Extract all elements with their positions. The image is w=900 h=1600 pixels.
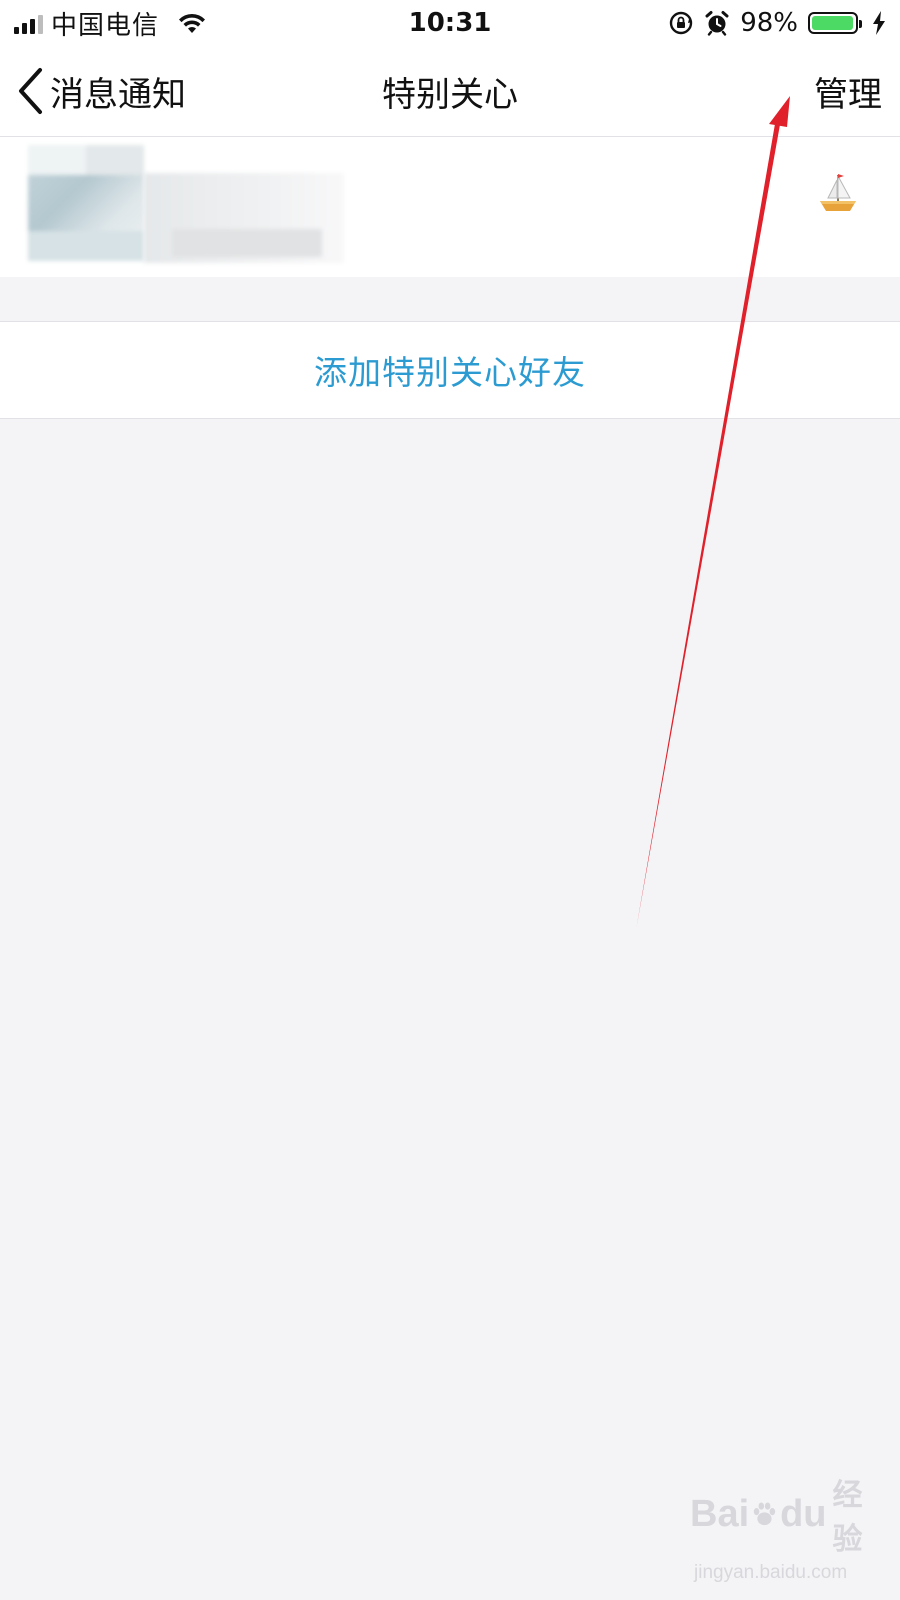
charging-icon [873,11,885,35]
avatar [28,145,144,261]
carrier-name: 中国电信 [51,10,160,41]
watermark-url: jingyan.baidu.com [694,1562,848,1583]
status-right: 98% [668,0,886,46]
chevron-left-icon [19,68,42,114]
back-label: 消息通知 [50,74,186,115]
alarm-icon [705,11,729,36]
battery-percent: 98% [740,8,798,38]
sailboat-icon [820,174,856,211]
nav-bar: 消息通知 特别关心 管理 [0,46,900,137]
manage-button[interactable]: 管理 [814,46,882,136]
back-button[interactable]: 消息通知 [16,46,186,136]
wifi-icon [179,13,206,33]
orientation-lock-icon [670,11,693,35]
watermark-brand-latin: Bai [690,1492,750,1535]
add-special-care-friend-button[interactable]: 添加特别关心好友 [0,321,900,419]
watermark-brand-cn: 经验 [832,1479,863,1556]
add-special-care-friend-label: 添加特别关心好友 [314,353,586,392]
friend-name-redacted [144,173,344,263]
baidu-jingyan-watermark: Bai du 经验 jingyan.baidu.com [690,1470,880,1583]
battery-fill [812,16,853,30]
signal-icon [14,12,43,34]
watermark-brand-latin-tail: du [780,1492,827,1535]
friend-list-item[interactable] [0,137,900,277]
battery-icon [808,12,862,34]
status-bar: 中国电信 10:31 98% [0,0,900,46]
paw-icon [753,1502,776,1526]
status-left: 中国电信 [14,0,207,46]
